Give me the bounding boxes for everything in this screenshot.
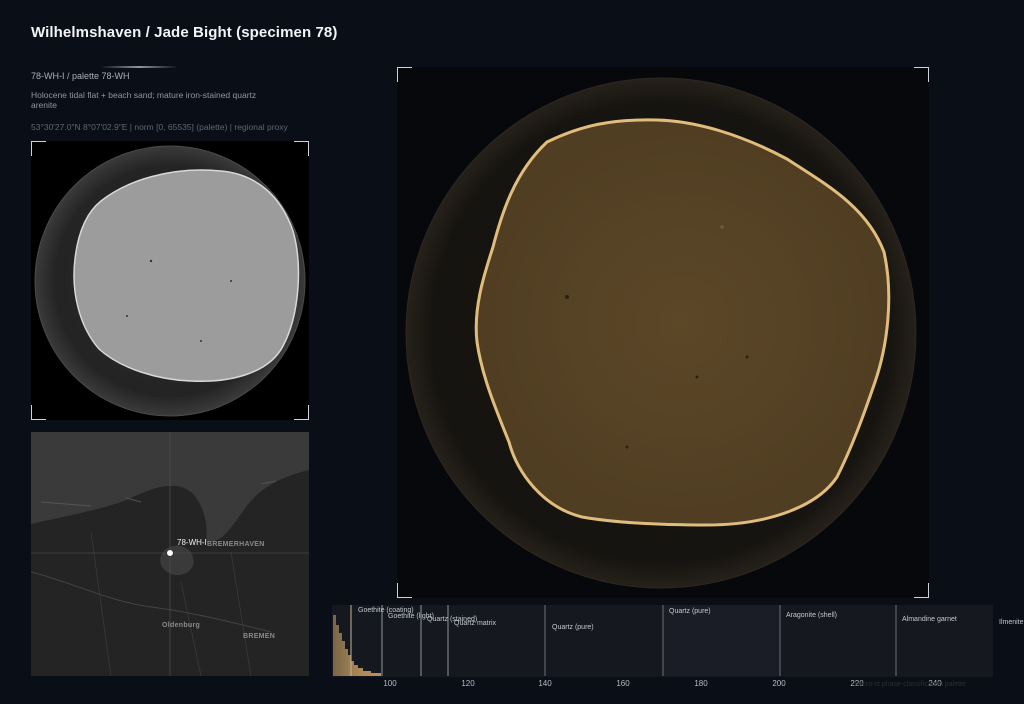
phase-label: Quartz (pure) [552, 624, 594, 631]
main-slice-viewer[interactable] [397, 67, 929, 598]
histogram-tick-label: 120 [461, 679, 475, 688]
histogram-tick-label: 160 [616, 679, 630, 688]
histogram-tick-label: 200 [772, 679, 786, 688]
thumbnail-slice-panel[interactable] [31, 141, 309, 420]
phase-histogram[interactable]: Goethite (coating) Goethite (light) Quar… [332, 605, 1024, 688]
map-city-label: BREMERHAVEN [207, 541, 265, 548]
location-map[interactable]: 78-WH-I BREMERHAVEN Oldenburg BREMEN [31, 432, 309, 676]
histogram-watermark: micro-ct phase-classification palette [855, 681, 966, 688]
specimen-description: Holocene tidal flat + beach sand; mature… [31, 90, 257, 110]
frame-corner [31, 405, 46, 420]
frame-corner [914, 583, 929, 598]
phase-label: Quartz (pure) [669, 608, 711, 615]
specimen-ident: 78-WH-I / palette 78-WH [31, 71, 130, 81]
histogram-tick-label: 180 [694, 679, 708, 688]
frame-corner [397, 67, 412, 82]
phase-label: Aragonite (shell) [786, 612, 837, 619]
ident-divider [100, 66, 178, 68]
frame-corner [294, 141, 309, 156]
map-city-label: Oldenburg [162, 622, 201, 629]
phase-label: Almandine garnet [902, 616, 957, 623]
specimen-coordinates: 53°30'27.0"N 8°07'02.9"E | norm [0, 6553… [31, 122, 288, 132]
phase-label: Quartz matrix [454, 620, 497, 627]
phase-label: Ilmenite [999, 619, 1024, 626]
map-city-label: BREMEN [243, 633, 276, 640]
frame-corner [294, 405, 309, 420]
page-title: Wilhelmshaven / Jade Bight (specimen 78) [31, 24, 338, 41]
frame-corner [397, 583, 412, 598]
histogram-tick-label: 140 [538, 679, 552, 688]
map-pin-label: 78-WH-I [177, 538, 207, 547]
frame-corner [914, 67, 929, 82]
thumbnail-slice-image [34, 145, 306, 417]
location-pin-icon[interactable] [166, 549, 174, 557]
frame-corner [31, 141, 46, 156]
histogram-tick-label: 100 [383, 679, 397, 688]
main-slice-image [405, 77, 917, 589]
